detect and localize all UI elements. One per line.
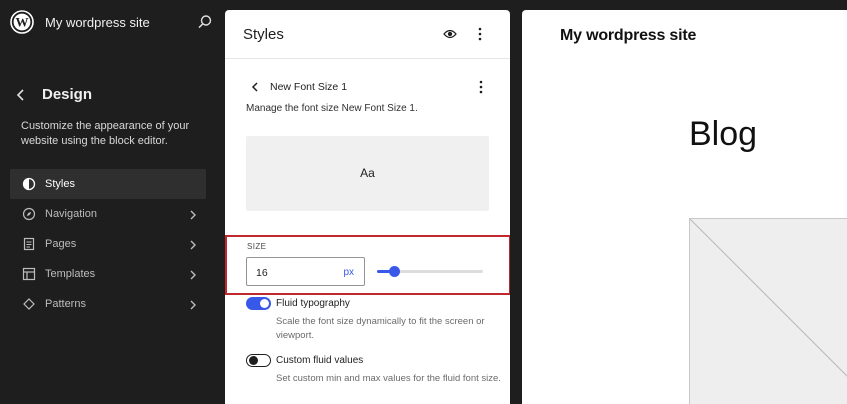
sidebar-topbar: W My wordpress site bbox=[0, 0, 225, 44]
size-slider[interactable] bbox=[377, 266, 483, 277]
sidebar-item-label: Patterns bbox=[45, 298, 86, 310]
half-circle-icon bbox=[22, 177, 36, 191]
panel-title: Styles bbox=[243, 26, 284, 43]
preview-text: Aa bbox=[360, 166, 375, 180]
site-title[interactable]: My wordpress site bbox=[45, 15, 150, 30]
sidebar: W My wordpress site Design Customize the… bbox=[0, 0, 225, 404]
canvas-site-title: My wordpress site bbox=[560, 27, 697, 44]
back-chevron-icon[interactable] bbox=[250, 80, 260, 94]
diamond-icon bbox=[22, 297, 36, 311]
toggle-knob bbox=[249, 356, 258, 365]
design-nav: Styles Navigation Pages Templates Patter… bbox=[10, 169, 206, 319]
subpanel-description: Manage the font size New Font Size 1. bbox=[246, 103, 418, 114]
sidebar-item-navigation[interactable]: Navigation bbox=[10, 199, 206, 229]
wordpress-logo-icon[interactable]: W bbox=[10, 10, 34, 34]
eye-icon[interactable] bbox=[443, 27, 457, 39]
fluid-typography-help: Scale the font size dynamically to fit t… bbox=[276, 316, 485, 341]
panel-header: Styles bbox=[225, 10, 510, 59]
page-icon bbox=[22, 237, 36, 251]
back-chevron-icon[interactable] bbox=[14, 88, 28, 102]
font-size-preview: Aa bbox=[246, 136, 489, 211]
sidebar-item-label: Pages bbox=[45, 238, 77, 250]
chevron-right-icon bbox=[188, 238, 198, 250]
chevron-right-icon bbox=[188, 208, 198, 220]
site-preview-canvas[interactable]: My wordpress site Blog bbox=[522, 10, 847, 404]
size-input[interactable]: 16 px bbox=[246, 257, 365, 286]
design-header: Design bbox=[0, 84, 225, 108]
unit-select[interactable]: px bbox=[343, 267, 354, 278]
sidebar-item-styles[interactable]: Styles bbox=[10, 169, 206, 199]
custom-fluid-toggle[interactable] bbox=[246, 354, 271, 367]
svg-text:W: W bbox=[16, 15, 29, 30]
sidebar-item-label: Navigation bbox=[45, 208, 97, 220]
canvas-heading: Blog bbox=[689, 115, 758, 153]
sidebar-item-patterns[interactable]: Patterns bbox=[10, 289, 206, 319]
size-control-highlight: SIZE 16 px bbox=[225, 235, 510, 295]
chevron-right-icon bbox=[188, 268, 198, 280]
size-value[interactable]: 16 bbox=[256, 267, 268, 279]
section-description: Customize the appearance of your website… bbox=[21, 120, 190, 147]
section-title: Design bbox=[42, 86, 93, 103]
sidebar-item-label: Styles bbox=[45, 178, 75, 190]
sidebar-item-pages[interactable]: Pages bbox=[10, 229, 206, 259]
more-options-icon[interactable] bbox=[475, 79, 487, 95]
slider-thumb[interactable] bbox=[388, 266, 400, 277]
compass-icon bbox=[22, 207, 36, 221]
custom-fluid-help: Set custom min and max values for the fl… bbox=[276, 373, 501, 384]
sidebar-item-templates[interactable]: Templates bbox=[10, 259, 206, 289]
custom-fluid-label: Custom fluid values bbox=[276, 355, 364, 366]
layout-icon bbox=[22, 267, 36, 281]
styles-panel: Styles New Font Size 1 Manage the font s… bbox=[225, 10, 510, 404]
toggle-knob bbox=[260, 299, 269, 308]
subpanel-title: New Font Size 1 bbox=[270, 81, 348, 93]
search-icon[interactable] bbox=[197, 14, 213, 30]
size-label: SIZE bbox=[247, 242, 267, 251]
subpanel-header: New Font Size 1 bbox=[245, 78, 495, 96]
image-placeholder bbox=[689, 218, 847, 404]
sidebar-item-label: Templates bbox=[45, 268, 96, 280]
fluid-typography-label: Fluid typography bbox=[276, 298, 350, 309]
chevron-right-icon bbox=[188, 298, 198, 310]
fluid-typography-toggle[interactable] bbox=[246, 297, 271, 310]
more-options-icon[interactable] bbox=[474, 26, 486, 42]
